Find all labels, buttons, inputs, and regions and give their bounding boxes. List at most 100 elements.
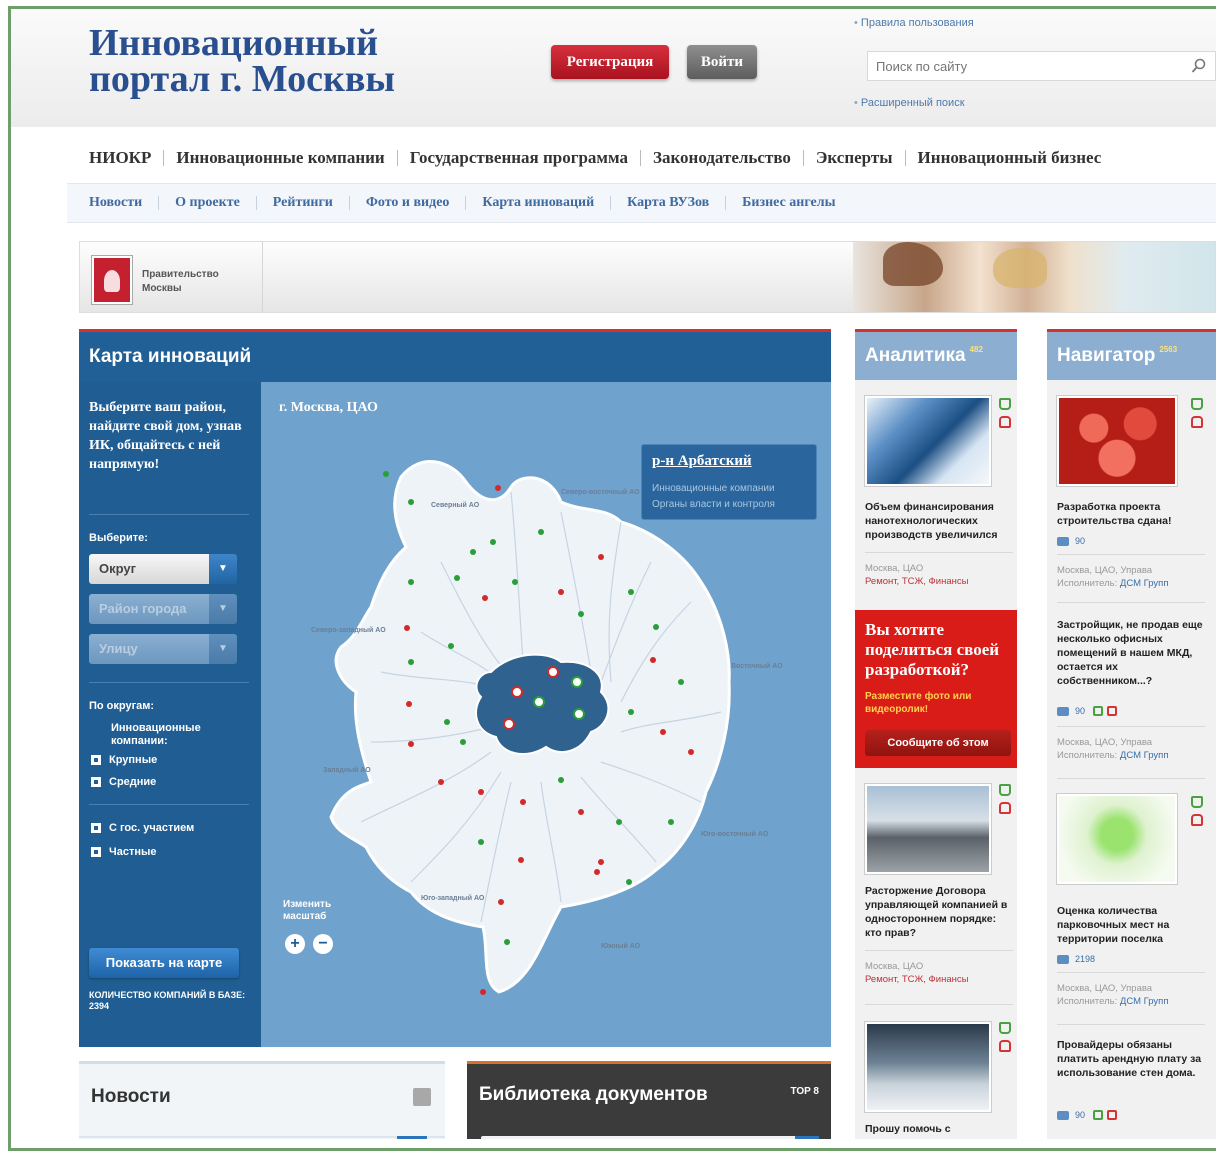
district-info-box[interactable]: р-н Арбатский Инновационные компании Орг… <box>641 444 817 520</box>
comment-count[interactable]: 2198 <box>1057 954 1095 964</box>
street-select[interactable]: Улицу ▼ <box>89 634 237 664</box>
map-marker[interactable] <box>598 554 604 560</box>
government-banner[interactable]: Правительство Москвы <box>79 241 1216 313</box>
map-marker[interactable] <box>498 899 504 905</box>
thumbs-down-icon[interactable] <box>1107 706 1118 716</box>
map-marker[interactable] <box>482 595 488 601</box>
map-marker[interactable] <box>490 539 496 545</box>
map-area[interactable]: г. Москва, ЦАО Северный АО Северо-восточ… <box>261 382 831 1047</box>
map-marker[interactable] <box>408 741 414 747</box>
search-input[interactable] <box>868 52 1178 80</box>
map-marker[interactable] <box>512 579 518 585</box>
sub-nav-item[interactable]: Карта инноваций <box>482 195 594 211</box>
map-marker[interactable] <box>538 529 544 535</box>
map-marker[interactable] <box>660 729 666 735</box>
map-marker-central[interactable] <box>573 708 585 720</box>
map-marker[interactable] <box>480 989 486 995</box>
district-name[interactable]: р-н Арбатский <box>652 453 752 470</box>
map-marker[interactable] <box>578 809 584 815</box>
main-nav-item[interactable]: Эксперты <box>816 148 893 168</box>
map-marker[interactable] <box>438 779 444 785</box>
map-marker[interactable] <box>678 679 684 685</box>
map-marker[interactable] <box>688 749 694 755</box>
advanced-search-link[interactable]: Расширенный поиск <box>854 97 965 109</box>
map-marker[interactable] <box>626 879 632 885</box>
map-marker-central[interactable] <box>511 686 523 698</box>
info-authorities[interactable]: Органы власти и контроля <box>652 499 775 510</box>
map-marker[interactable] <box>504 939 510 945</box>
thumbs-down-icon[interactable] <box>999 802 1011 814</box>
navigator-card-title[interactable]: Оценка количества парковочных мест на те… <box>1057 904 1207 946</box>
navigator-card-title[interactable]: Провайдеры обязаны платить арендную плат… <box>1057 1038 1207 1080</box>
news-title[interactable]: Новости <box>91 1086 171 1108</box>
map-marker[interactable] <box>470 549 476 555</box>
map-marker[interactable] <box>408 579 414 585</box>
red-cells-thumbnail[interactable] <box>1057 396 1177 486</box>
map-marker[interactable] <box>460 739 466 745</box>
sub-nav-item[interactable]: Рейтинги <box>273 195 333 211</box>
map-marker[interactable] <box>558 777 564 783</box>
filter-private[interactable]: Частные <box>91 846 157 858</box>
library-search-bar[interactable] <box>481 1136 819 1139</box>
thumbs-up-icon[interactable] <box>1191 796 1203 808</box>
map-marker-central[interactable] <box>547 666 559 678</box>
map-marker[interactable] <box>448 643 454 649</box>
sub-nav-item[interactable]: О проекте <box>175 195 240 211</box>
map-marker[interactable] <box>408 659 414 665</box>
map-marker-central[interactable] <box>533 696 545 708</box>
share-button[interactable]: Сообщите об этом <box>865 730 1011 756</box>
map-marker[interactable] <box>454 575 460 581</box>
spacecraft-thumbnail[interactable] <box>865 1022 991 1112</box>
navigator-card-title[interactable]: Застройщик, не продав еще несколько офис… <box>1057 618 1207 688</box>
news-tab[interactable] <box>397 1136 427 1139</box>
zoom-out-button[interactable]: − <box>313 934 333 954</box>
okrug-select[interactable]: Округ ▼ <box>89 554 237 584</box>
green-bulb-thumbnail[interactable] <box>1057 794 1177 884</box>
main-nav-item[interactable]: Государственная программа <box>410 148 628 168</box>
register-button[interactable]: Регистрация <box>551 45 669 79</box>
map-marker[interactable] <box>628 709 634 715</box>
map-marker[interactable] <box>594 869 600 875</box>
map-marker[interactable] <box>383 471 389 477</box>
district-select[interactable]: Район города ▼ <box>89 594 237 624</box>
comment-count[interactable]: 90 <box>1057 706 1118 716</box>
sub-nav-item[interactable]: Бизнес ангелы <box>742 195 835 211</box>
map-marker-central[interactable] <box>503 718 515 730</box>
comment-count[interactable]: 90 <box>1057 1110 1118 1120</box>
filter-large[interactable]: Крупные <box>91 754 157 766</box>
navigator-header[interactable]: Навигатор 2563 <box>1047 332 1216 380</box>
thumbs-up-icon[interactable] <box>999 784 1011 796</box>
map-marker[interactable] <box>478 839 484 845</box>
map-marker[interactable] <box>520 799 526 805</box>
login-button[interactable]: Войти <box>687 45 757 79</box>
zoom-in-button[interactable]: + <box>285 934 305 954</box>
thumbs-down-icon[interactable] <box>999 416 1011 428</box>
sub-nav-item[interactable]: Фото и видео <box>366 195 450 211</box>
filter-state[interactable]: С гос. участием <box>91 822 194 834</box>
library-title[interactable]: Библиотека документов <box>479 1084 708 1106</box>
solar-panels-thumbnail[interactable] <box>865 396 991 486</box>
thumbs-up-icon[interactable] <box>1093 706 1104 716</box>
thumbs-down-icon[interactable] <box>1191 814 1203 826</box>
analytics-header[interactable]: Аналитика 482 <box>855 332 1017 380</box>
thumbs-up-icon[interactable] <box>1093 1110 1104 1120</box>
map-marker[interactable] <box>518 857 524 863</box>
thumbs-up-icon[interactable] <box>999 398 1011 410</box>
info-companies[interactable]: Инновационные компании <box>652 483 775 494</box>
rules-link[interactable]: Правила пользования <box>854 17 974 29</box>
analytics-card-title[interactable]: Объем финансирования нанотехнологических… <box>865 500 1013 542</box>
thumbs-down-icon[interactable] <box>1107 1110 1118 1120</box>
site-title[interactable]: Инновационный портал г. Москвы <box>89 24 395 98</box>
map-marker[interactable] <box>616 819 622 825</box>
map-marker[interactable] <box>578 611 584 617</box>
meeting-photo-thumbnail[interactable] <box>865 784 991 874</box>
rss-icon[interactable] <box>413 1088 431 1106</box>
main-nav-item[interactable]: Законодательство <box>653 148 791 168</box>
thumbs-up-icon[interactable] <box>999 1022 1011 1034</box>
main-nav-item[interactable]: Инновационный бизнес <box>918 148 1102 168</box>
thumbs-up-icon[interactable] <box>1191 398 1203 410</box>
analytics-card-title[interactable]: Расторжение Договора управляющей компани… <box>865 884 1013 940</box>
analytics-card-title[interactable]: Прошу помочь с разъяснением... <box>865 1122 1013 1139</box>
thumbs-down-icon[interactable] <box>1191 416 1203 428</box>
checkbox[interactable] <box>91 777 101 787</box>
